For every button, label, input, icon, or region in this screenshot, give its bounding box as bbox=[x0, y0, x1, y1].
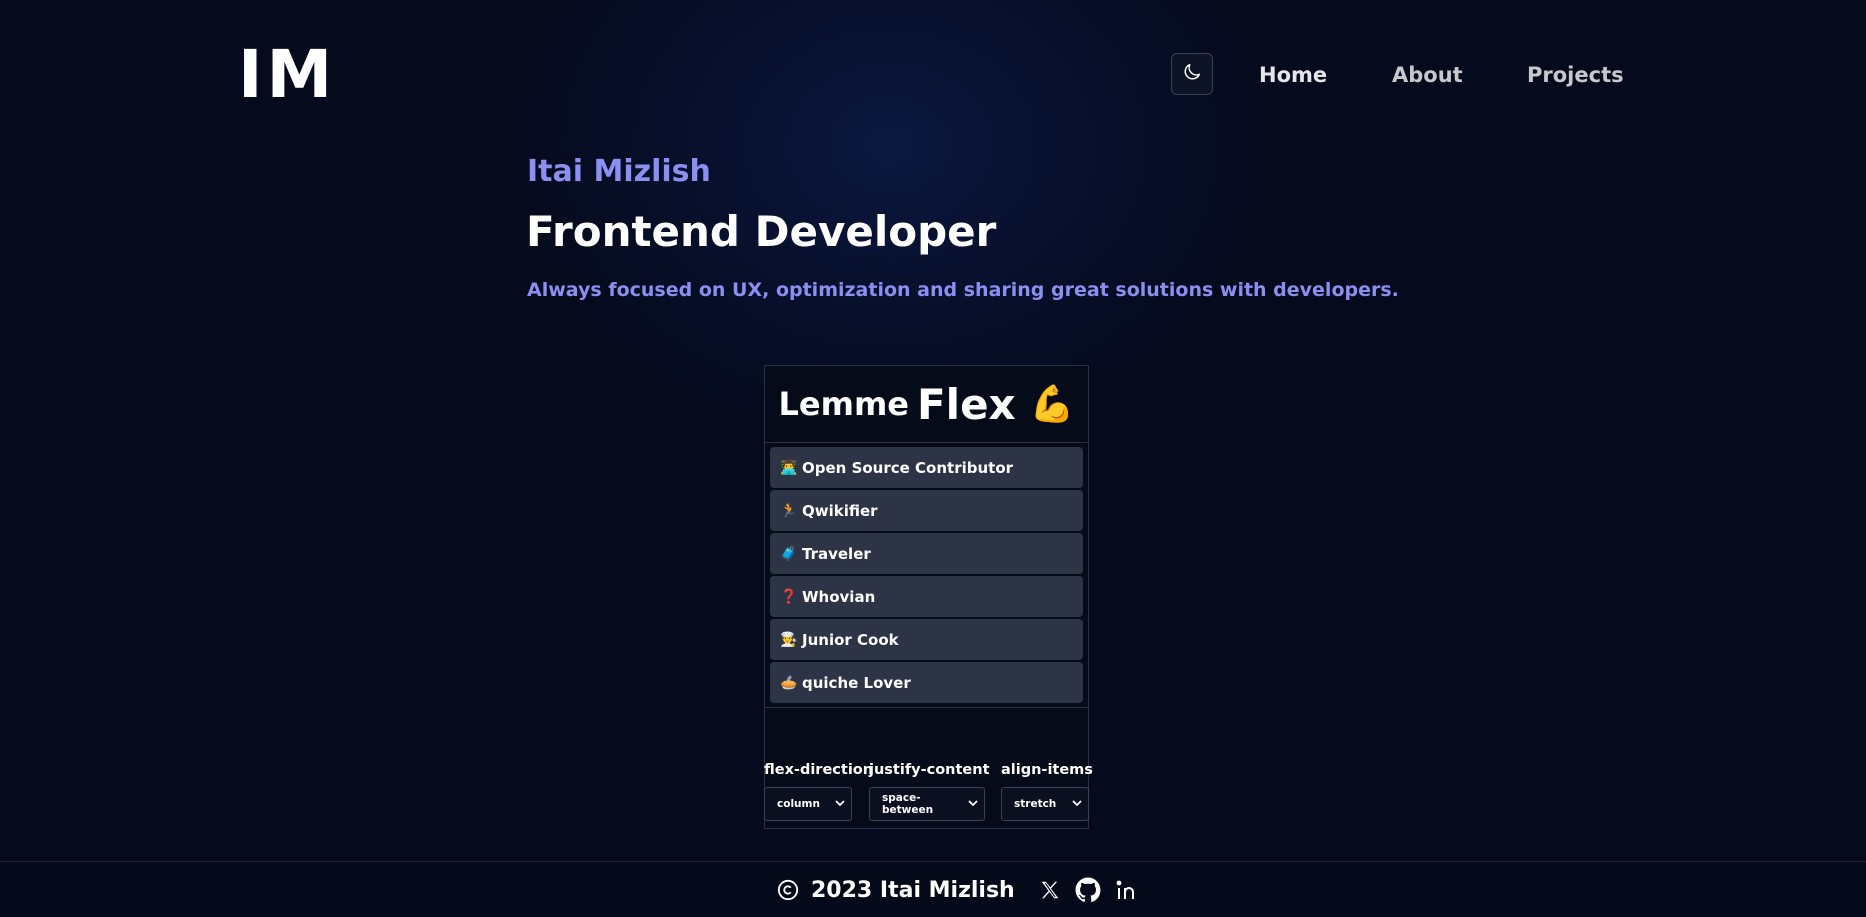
flex-item-open-source: 👨‍💻 Open Source Contributor bbox=[770, 447, 1083, 488]
flex-direction-select[interactable]: column bbox=[764, 787, 852, 821]
flexed-biceps-icon: 💪 bbox=[1029, 384, 1075, 425]
linkedin-icon[interactable] bbox=[1113, 877, 1139, 903]
flex-item-label: Whovian bbox=[802, 587, 876, 606]
flex-playground-card: Lemme Flex 💪 👨‍💻 Open Source Contributor… bbox=[764, 365, 1089, 829]
flex-item-whovian: ❓ Whovian bbox=[770, 576, 1083, 617]
justify-content-select[interactable]: space-between bbox=[869, 787, 985, 821]
chevron-down-icon bbox=[1072, 799, 1082, 810]
justify-content-value: space-between bbox=[882, 792, 934, 816]
github-icon[interactable] bbox=[1075, 877, 1101, 903]
flex-item-qwikifier: 🏃 Qwikifier bbox=[770, 490, 1083, 531]
nav-home-link[interactable]: Home bbox=[1259, 60, 1327, 90]
question-mark-icon: ❓ bbox=[780, 588, 798, 605]
flex-direction-label: flex-direction bbox=[764, 762, 874, 778]
flex-items-container: 👨‍💻 Open Source Contributor 🏃 Qwikifier … bbox=[765, 443, 1088, 708]
align-items-control: align-items stretch bbox=[1001, 762, 1093, 821]
x-icon[interactable] bbox=[1037, 877, 1063, 903]
align-items-select[interactable]: stretch bbox=[1001, 787, 1089, 821]
flex-item-label: Junior Cook bbox=[802, 630, 899, 649]
footer-copyright-text: 2023 Itai Mizlish bbox=[811, 877, 1015, 903]
hero-tagline: Always focused on UX, optimization and s… bbox=[527, 279, 1399, 301]
hero-name: Itai Mizlish bbox=[527, 154, 711, 189]
flex-heading-flex: Flex bbox=[916, 379, 1016, 429]
cook-icon: 🧑‍🍳 bbox=[780, 631, 798, 648]
pie-icon: 🥧 bbox=[780, 674, 798, 691]
runner-icon: 🏃 bbox=[780, 502, 798, 519]
align-items-value: stretch bbox=[1014, 798, 1057, 810]
flex-item-label: Traveler bbox=[802, 544, 871, 563]
chevron-down-icon bbox=[835, 799, 845, 810]
flex-card-header: Lemme Flex 💪 bbox=[765, 366, 1088, 443]
flex-item-traveler: 🧳 Traveler bbox=[770, 533, 1083, 574]
technologist-icon: 👨‍💻 bbox=[780, 459, 798, 476]
nav-about-link[interactable]: About bbox=[1392, 60, 1463, 90]
nav-projects-link[interactable]: Projects bbox=[1527, 60, 1624, 90]
flex-item-label: Qwikifier bbox=[802, 501, 878, 520]
flex-item-quiche-lover: 🥧 quiche Lover bbox=[770, 662, 1083, 703]
luggage-icon: 🧳 bbox=[780, 545, 798, 562]
flex-item-label: quiche Lover bbox=[802, 673, 911, 692]
footer: 2023 Itai Mizlish bbox=[0, 861, 1866, 917]
flex-direction-control: flex-direction column bbox=[764, 762, 874, 821]
flex-heading-lemme: Lemme bbox=[778, 385, 909, 423]
flex-item-junior-cook: 🧑‍🍳 Junior Cook bbox=[770, 619, 1083, 660]
hero-title: Frontend Developer bbox=[526, 207, 997, 256]
moon-icon bbox=[1181, 61, 1203, 87]
justify-content-label: justify-content bbox=[869, 762, 990, 778]
theme-toggle-button[interactable] bbox=[1171, 53, 1213, 95]
site-logo[interactable]: IM bbox=[238, 40, 336, 110]
footer-content: 2023 Itai Mizlish bbox=[777, 877, 1139, 903]
chevron-down-icon bbox=[968, 799, 978, 810]
flex-item-label: Open Source Contributor bbox=[802, 458, 1014, 477]
justify-content-control: justify-content space-between bbox=[869, 762, 990, 821]
flex-direction-value: column bbox=[777, 798, 820, 810]
copyright-icon bbox=[777, 879, 799, 901]
align-items-label: align-items bbox=[1001, 762, 1093, 778]
